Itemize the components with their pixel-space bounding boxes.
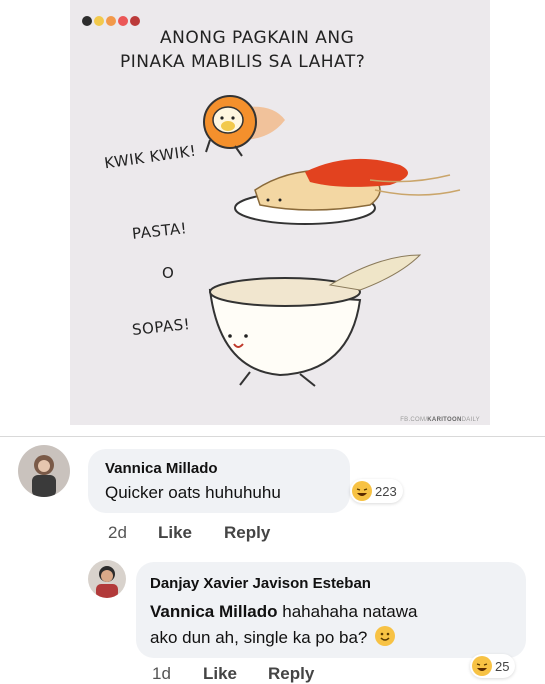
option-separator: O <box>162 264 175 282</box>
comment-author[interactable]: Vannica Millado <box>105 460 218 477</box>
kwek-kwek-drawing <box>203 95 285 157</box>
avatar-danjay[interactable] <box>88 560 126 598</box>
watermark: FB.COM/KARITOONDAILY <box>400 417 480 423</box>
watermark-suffix: DAILY <box>461 417 480 423</box>
laugh-reaction-icon <box>472 656 492 676</box>
comic-illustration <box>203 95 461 387</box>
reply-text-rest: hahahaha natawa <box>277 602 418 621</box>
reply-author[interactable]: Danjay Xavier Javison Esteban <box>150 575 371 592</box>
reply-like-button[interactable]: Like <box>203 664 237 684</box>
watermark-brand: KARITOON <box>427 417 462 423</box>
sopas-drawing <box>208 254 422 387</box>
reply-button[interactable]: Reply <box>224 523 270 543</box>
pasta-drawing <box>234 158 461 225</box>
reply-reply-button[interactable]: Reply <box>268 664 314 684</box>
reply-text-line1: Vannica Millado hahahaha natawa <box>150 600 417 624</box>
reply-reactions[interactable]: 25 <box>470 654 516 678</box>
avatar-vannica[interactable] <box>18 445 70 497</box>
reply-text-line2: ako dun ah, single ka po ba? <box>150 626 396 650</box>
divider <box>0 436 545 437</box>
comment-text: Quicker oats huhuhuhu <box>105 483 281 502</box>
reaction-count: 25 <box>495 658 510 674</box>
reply-mention[interactable]: Vannica Millado <box>150 602 278 621</box>
reply-text: ako dun ah, single ka po ba? <box>150 628 368 647</box>
watermark-prefix: FB.COM/ <box>400 417 428 423</box>
reaction-count: 223 <box>375 483 397 499</box>
comment-time[interactable]: 2d <box>108 523 127 543</box>
comment-reactions[interactable]: 223 <box>350 479 403 503</box>
laugh-reaction-icon <box>352 481 372 501</box>
post-image[interactable]: ANONG PAGKAIN ANG PINAKA MABILIS SA LAHA… <box>70 0 490 425</box>
like-button[interactable]: Like <box>158 523 192 543</box>
reply-time[interactable]: 1d <box>152 664 171 684</box>
smile-emoji-icon <box>375 626 396 646</box>
